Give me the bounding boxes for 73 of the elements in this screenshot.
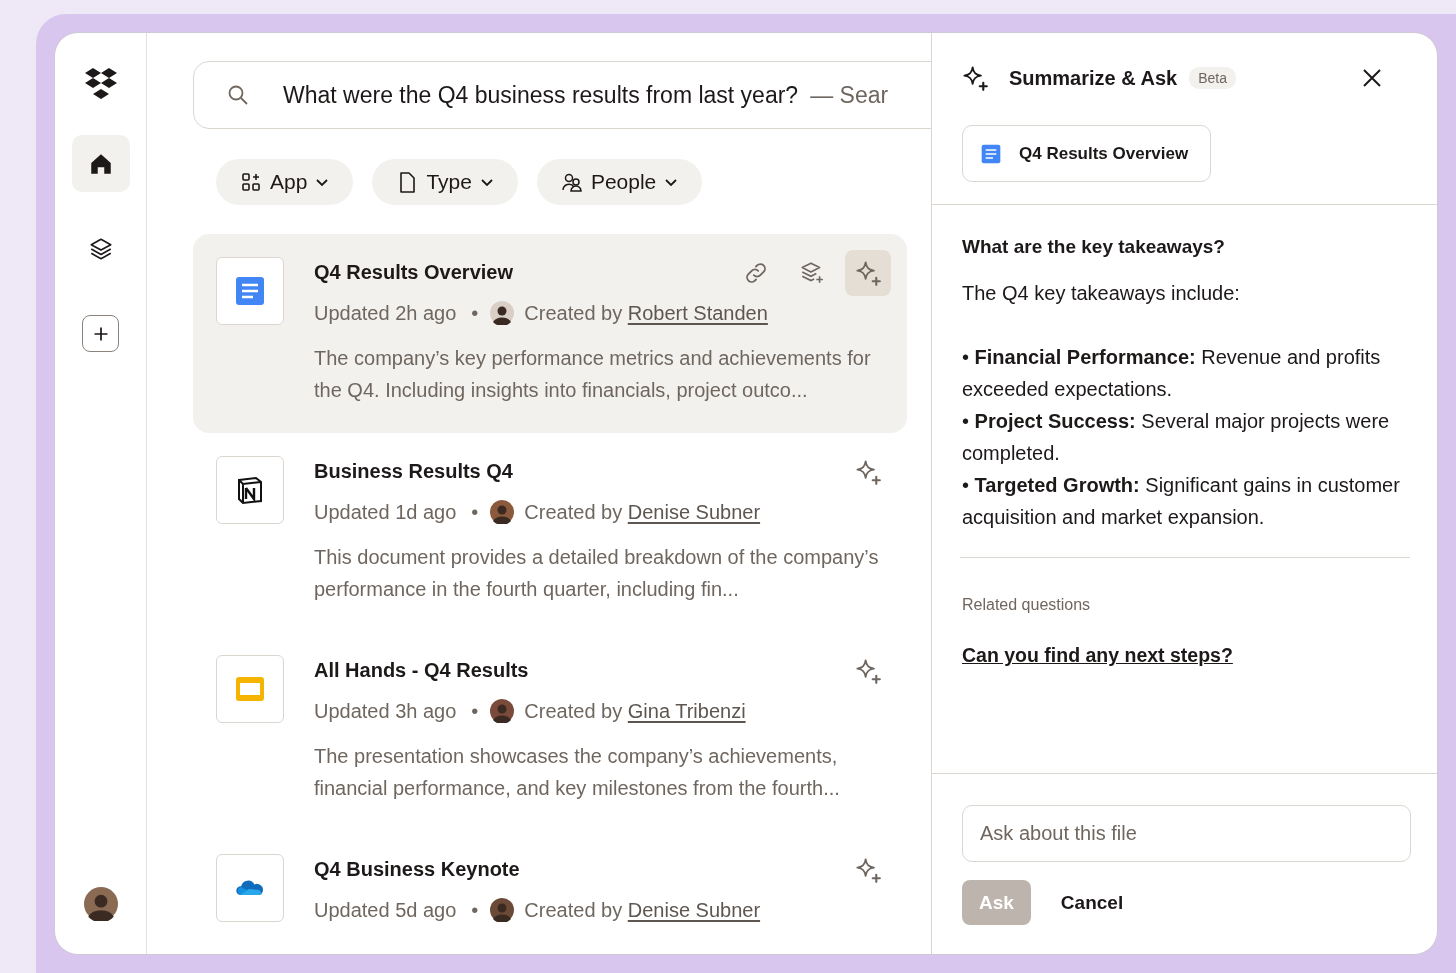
avatar xyxy=(490,500,515,524)
sparkle-icon xyxy=(855,459,881,485)
answer-point: • Project Success: Several major projects were completed. xyxy=(962,409,1391,466)
result-item[interactable]: Q4 Business Keynote Updated 5d ago • Created by Denise Subner xyxy=(193,831,907,954)
answer-intro: The Q4 key takeaways include: xyxy=(962,281,1241,306)
sparkle-icon xyxy=(962,65,988,91)
panel-title: Summarize & Ask xyxy=(1009,66,1178,90)
avatar xyxy=(490,898,515,922)
separator-dot: • xyxy=(471,500,479,524)
avatar xyxy=(490,301,515,325)
updated-time: Updated 5d ago xyxy=(314,898,457,922)
filter-label: Type xyxy=(426,170,472,194)
updated-time: Updated 2h ago xyxy=(314,301,457,325)
author-link[interactable]: Gina Tribenzi xyxy=(627,699,746,723)
search-field[interactable]: What were the Q4 business results from last year? — Sear xyxy=(193,61,931,129)
result-title: All Hands - Q4 Results xyxy=(314,658,529,683)
result-description: This document provides a detailed breakdown of the company’s performance in the fourth quarter, including fin... xyxy=(314,545,880,602)
separator-dot: • xyxy=(471,301,479,325)
filter-dropdown[interactable]: People xyxy=(536,159,703,205)
filter-label: App xyxy=(270,170,308,194)
separator-dot: • xyxy=(471,699,479,723)
avatar xyxy=(490,699,515,723)
avatar xyxy=(83,887,118,921)
layers-plus-icon xyxy=(799,260,825,286)
created-by-label: Created by xyxy=(524,301,623,325)
result-title: Business Results Q4 xyxy=(314,459,513,484)
search-hint: — Sear xyxy=(810,81,889,109)
cube-letter-icon xyxy=(235,475,265,505)
filter-dropdown[interactable]: Type xyxy=(372,159,518,205)
document-icon xyxy=(981,143,1001,164)
author-link[interactable]: Denise Subner xyxy=(627,898,761,922)
related-heading: Related questions xyxy=(962,595,1092,615)
result-description: The company’s key performance metrics and achievements for the Q4. Including insights into financials, project outco... xyxy=(314,346,872,403)
dropbox-logo xyxy=(83,67,118,99)
result-description: The presentation showcases the company’s achievements, financial performance, and key milestones from the fourth... xyxy=(314,744,841,801)
nav-button[interactable] xyxy=(71,135,130,192)
filter-dropdown[interactable]: App xyxy=(216,159,354,205)
updated-time: Updated 1d ago xyxy=(314,500,457,524)
sparkle-icon xyxy=(855,857,881,883)
slides-icon xyxy=(235,674,265,704)
link-icon xyxy=(743,260,769,286)
result-title: Q4 Results Overview xyxy=(314,260,513,285)
filter-label: People xyxy=(590,170,657,194)
people-icon xyxy=(560,171,583,193)
separator-dot: • xyxy=(471,898,479,922)
search-icon xyxy=(227,84,249,106)
search-query: What were the Q4 business results from last year? xyxy=(283,81,799,109)
created-by-label: Created by xyxy=(524,699,623,723)
result-item[interactable]: Business Results Q4 Updated 1d ago • Created by Denise Subner This document provides a detailed breakdown of the company’s performance in the fourth quarter, including fin... xyxy=(193,433,907,632)
file-name: Q4 Results Overview xyxy=(1019,143,1189,164)
author-link[interactable]: Robert Standen xyxy=(627,301,768,325)
answer-point: • Targeted Growth: Significant gains in customer acquisition and market expansion. xyxy=(962,473,1401,530)
result-item[interactable]: All Hands - Q4 Results Updated 3h ago • Created by Gina Tribenzi The presentation showcases the company’s achievements, financial performance, and key milestones from the fourth... xyxy=(193,632,907,831)
created-by-label: Created by xyxy=(524,898,623,922)
sparkle-icon xyxy=(855,658,881,684)
document-icon xyxy=(235,276,265,306)
cancel-button[interactable]: Cancel xyxy=(1060,891,1124,914)
ask-input-field[interactable]: Ask about this file xyxy=(962,805,1411,862)
beta-badge: Beta xyxy=(1189,67,1237,89)
summarize-button[interactable] xyxy=(845,250,891,296)
result-item[interactable]: Q4 Results Overview Updated 2h ago • Created by Robert Standen The company’s key performance metrics and achievements for the Q4. Including insights into financials, project outco... xyxy=(193,234,907,433)
answer-point: • Financial Performance: Revenue and profits exceeded expectations. xyxy=(962,345,1382,402)
cloud-icon xyxy=(235,879,265,897)
apps-icon xyxy=(240,171,262,193)
related-question-link[interactable]: Can you find any next steps? xyxy=(962,640,1407,670)
close-icon xyxy=(1362,68,1382,88)
result-title: Q4 Business Keynote xyxy=(314,857,520,882)
author-link[interactable]: Denise Subner xyxy=(627,500,761,524)
question-text: What are the key takeaways? xyxy=(962,235,1226,259)
sparkle-icon xyxy=(855,260,881,286)
created-by-label: Created by xyxy=(524,500,623,524)
updated-time: Updated 3h ago xyxy=(314,699,457,723)
file-chip[interactable]: Q4 Results Overview xyxy=(962,125,1212,182)
